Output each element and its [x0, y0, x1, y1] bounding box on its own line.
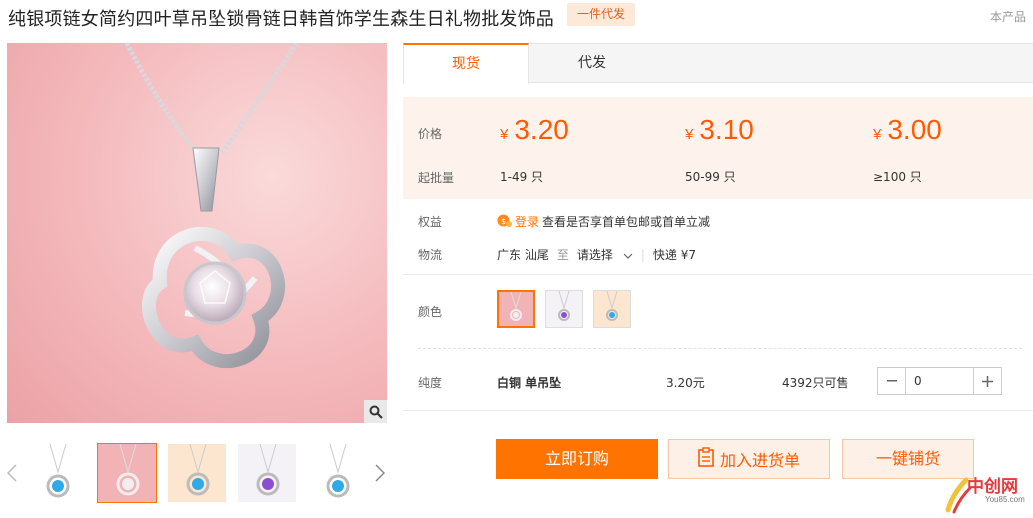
price-label: 价格	[418, 127, 443, 141]
sku-stock: 4392只可售	[782, 376, 849, 390]
thumbnail-1[interactable]	[27, 443, 87, 503]
sku-name: 白铜 单吊坠	[497, 376, 562, 390]
destination-select[interactable]: 请选择	[577, 246, 613, 263]
dashed-divider	[418, 348, 1022, 349]
purity-label: 纯度	[418, 376, 443, 390]
thumbnail-3[interactable]	[167, 443, 227, 503]
shipping-fee: 快递 ¥7	[652, 248, 696, 262]
add-to-cart-button[interactable]: 加入进货单	[668, 439, 830, 479]
chevron-down-icon[interactable]	[623, 248, 633, 262]
qty-tier-3: ≥100 只	[873, 170, 922, 184]
logistics-label: 物流	[418, 248, 443, 262]
min-qty-label: 起批量	[418, 171, 455, 185]
dropship-badge[interactable]: 一件代发	[567, 3, 635, 26]
quantity-stepper: 0	[877, 367, 1002, 395]
currency-symbol: ¥	[500, 126, 509, 143]
logistics-row: 广东 汕尾 至 请选择 | 快递 ¥7	[497, 246, 696, 263]
ship-to-label: 至	[556, 248, 569, 262]
price-value: 3.10	[699, 114, 754, 145]
color-label: 颜色	[418, 305, 443, 319]
product-title: 纯银项链女简约四叶草吊坠锁骨链日韩首饰学生森生日礼物批发饰品	[8, 9, 554, 30]
thumbnail-5[interactable]	[307, 443, 367, 503]
necklace-illustration	[124, 43, 300, 368]
login-link[interactable]: 登录	[515, 213, 539, 230]
logistics-divider: |	[640, 247, 645, 262]
thumbnail-4[interactable]	[237, 443, 297, 503]
currency-symbol: ¥	[873, 126, 882, 143]
order-now-button[interactable]: 立即订购	[496, 439, 658, 479]
qty-tier-1: 1-49 只	[500, 170, 544, 184]
quantity-input[interactable]: 0	[906, 368, 973, 394]
ship-origin: 广东 汕尾	[497, 248, 549, 262]
thumbnail-2[interactable]	[97, 443, 157, 503]
price-tier-3: ¥3.00	[873, 114, 942, 146]
benefits-text: 查看是否享首单包邮或首单立减	[542, 215, 711, 229]
thumbnail-strip	[27, 443, 367, 503]
main-product-image[interactable]	[7, 43, 387, 423]
section-divider	[403, 410, 1033, 411]
svg-text:$: $	[501, 217, 506, 226]
purchase-tabs: 现货 代发	[403, 43, 1033, 84]
section-divider	[403, 274, 1033, 275]
color-swatch-purple[interactable]	[545, 290, 583, 328]
qty-tier-2: 50-99 只	[685, 170, 736, 184]
benefits-label: 权益	[418, 215, 443, 229]
price-value: 3.20	[514, 114, 569, 145]
price-panel: 价格 起批量 ¥3.20 ¥3.10 ¥3.00 1-49 只 50-99 只 …	[403, 97, 1033, 199]
zoom-icon[interactable]	[364, 400, 387, 423]
watermark-url: You85.com	[985, 495, 1025, 504]
tab-dropship[interactable]: 代发	[529, 43, 655, 84]
color-swatch-pink[interactable]	[497, 290, 535, 328]
plus-icon	[982, 375, 993, 387]
thumb-prev-icon[interactable]	[5, 460, 19, 486]
color-swatch-blue[interactable]	[593, 290, 631, 328]
add-to-cart-label: 加入进货单	[719, 451, 800, 470]
currency-symbol: ¥	[685, 126, 694, 143]
clipboard-icon	[698, 447, 714, 471]
price-tier-1: ¥3.20	[500, 114, 569, 146]
coupon-icon: $	[497, 214, 512, 230]
minus-icon	[886, 380, 897, 382]
watermark-name: 中创网	[967, 477, 1018, 497]
decrease-button[interactable]	[878, 368, 906, 394]
product-report-link[interactable]: 本产品	[990, 8, 1026, 25]
sku-price: 3.20元	[666, 376, 705, 390]
benefits-row: $ 登录 查看是否享首单包邮或首单立减	[497, 213, 710, 230]
price-value: 3.00	[887, 114, 942, 145]
thumb-next-icon[interactable]	[373, 460, 387, 486]
price-tier-2: ¥3.10	[685, 114, 754, 146]
increase-button[interactable]	[973, 368, 1001, 394]
tab-in-stock[interactable]: 现货	[403, 43, 529, 84]
